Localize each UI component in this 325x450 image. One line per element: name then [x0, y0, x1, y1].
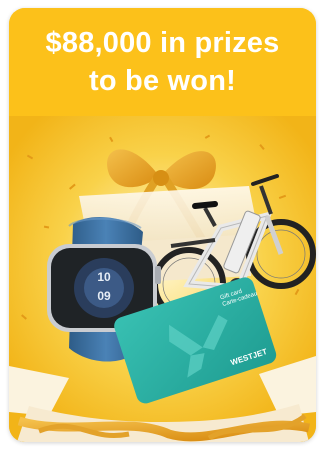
svg-text:09: 09 [97, 289, 111, 303]
promo-card[interactable]: $88,000 in prizes to be won! 10 09 Gift … [9, 8, 316, 442]
promo-headline: $88,000 in prizes to be won! [9, 8, 316, 116]
headline-line-1: $88,000 in prizes [45, 27, 280, 59]
headline-line-2: to be won! [89, 65, 236, 97]
prize-illustration: 10 09 Gift card Carte-cadeau WESTJET [9, 116, 316, 442]
svg-text:10: 10 [97, 270, 111, 284]
